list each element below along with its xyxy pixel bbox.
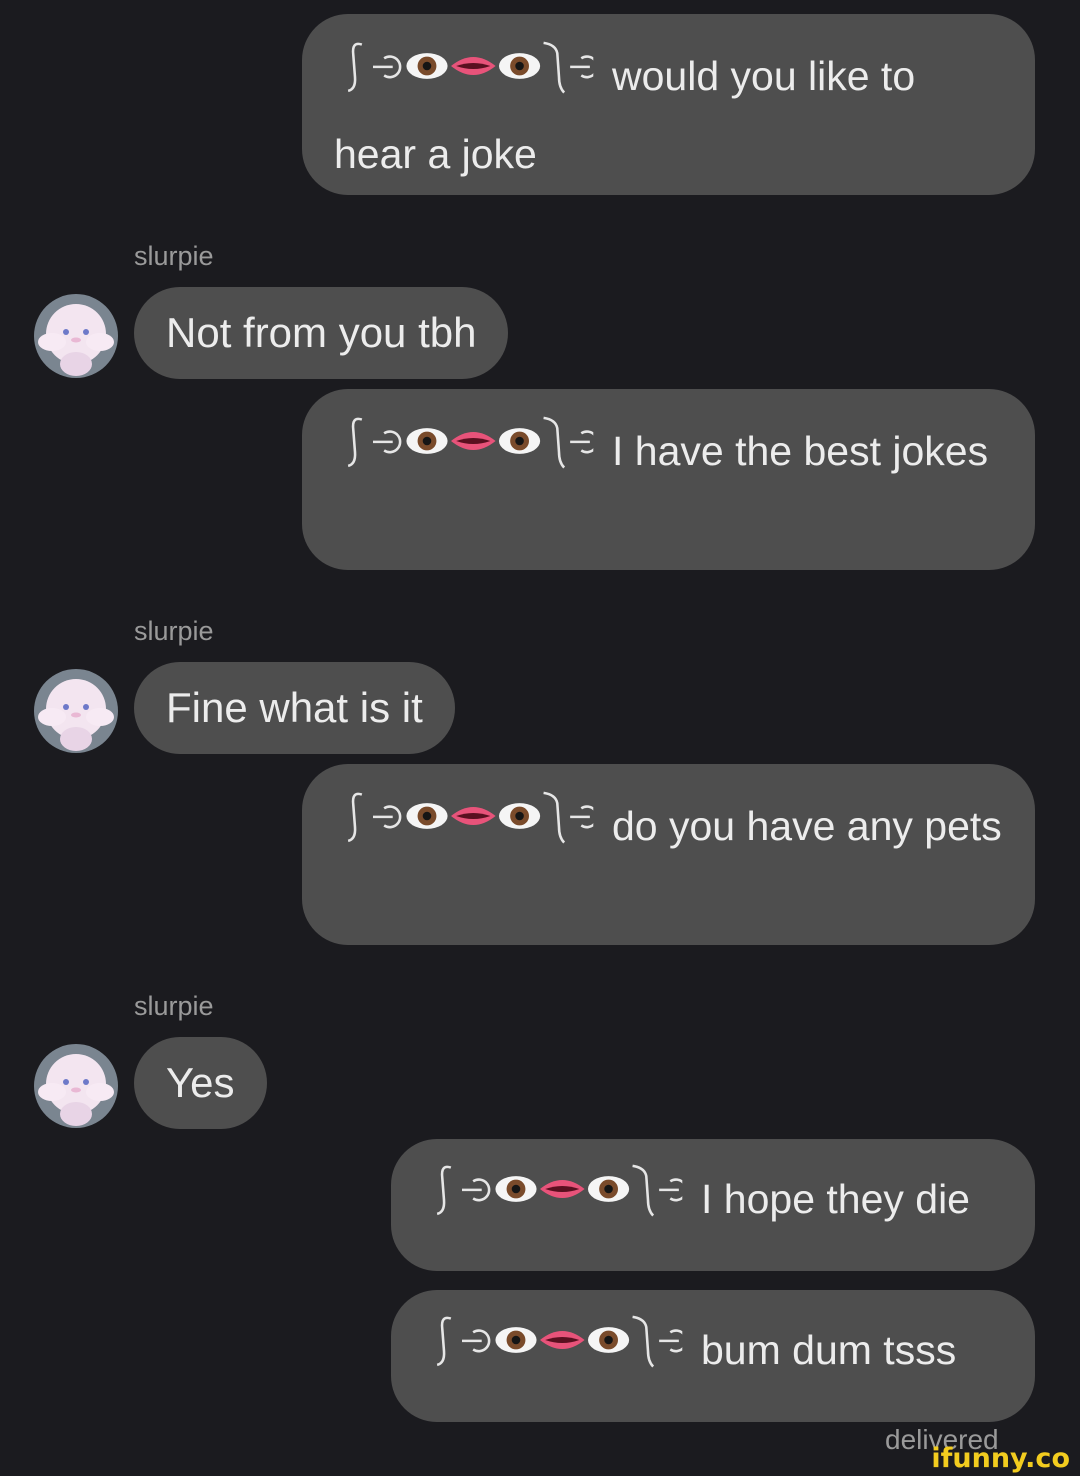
lenny-face-icon: [334, 36, 604, 96]
lenny-face-icon: [423, 1310, 693, 1370]
message-text: Not from you tbh: [166, 309, 477, 356]
sent-message[interactable]: bum dum tsss: [391, 1290, 1035, 1422]
avatar[interactable]: [34, 669, 118, 753]
message-text: bum dum tsss: [701, 1327, 957, 1373]
cinnamoroll-avatar-icon: [34, 1044, 118, 1128]
sent-message[interactable]: I hope they die: [391, 1139, 1035, 1271]
message-text: I have the best jokes: [612, 428, 989, 474]
message-text: I hope they die: [701, 1176, 970, 1222]
cinnamoroll-avatar-icon: [34, 669, 118, 753]
sent-message[interactable]: I have the best jokes: [302, 389, 1035, 570]
received-message[interactable]: Not from you tbh: [134, 287, 509, 379]
sender-name: slurpie: [134, 991, 214, 1021]
lenny-face-icon: [334, 786, 604, 846]
sent-message[interactable]: do you have any pets: [302, 764, 1035, 945]
lenny-face-icon: [423, 1159, 693, 1219]
avatar[interactable]: [34, 1044, 118, 1128]
sender-name: slurpie: [134, 241, 214, 271]
ifunny-watermark: ifunny.co: [931, 1443, 1070, 1474]
cinnamoroll-avatar-icon: [34, 294, 118, 378]
sender-name: slurpie: [134, 616, 214, 646]
sent-message[interactable]: would you like to hear a joke: [302, 14, 1035, 195]
message-text: do you have any pets: [612, 803, 1002, 849]
received-message[interactable]: Yes: [134, 1037, 267, 1129]
received-message[interactable]: Fine what is it: [134, 662, 455, 754]
lenny-face-icon: [334, 411, 604, 471]
avatar[interactable]: [34, 294, 118, 378]
message-text: Yes: [166, 1059, 235, 1106]
message-text: Fine what is it: [166, 684, 423, 731]
